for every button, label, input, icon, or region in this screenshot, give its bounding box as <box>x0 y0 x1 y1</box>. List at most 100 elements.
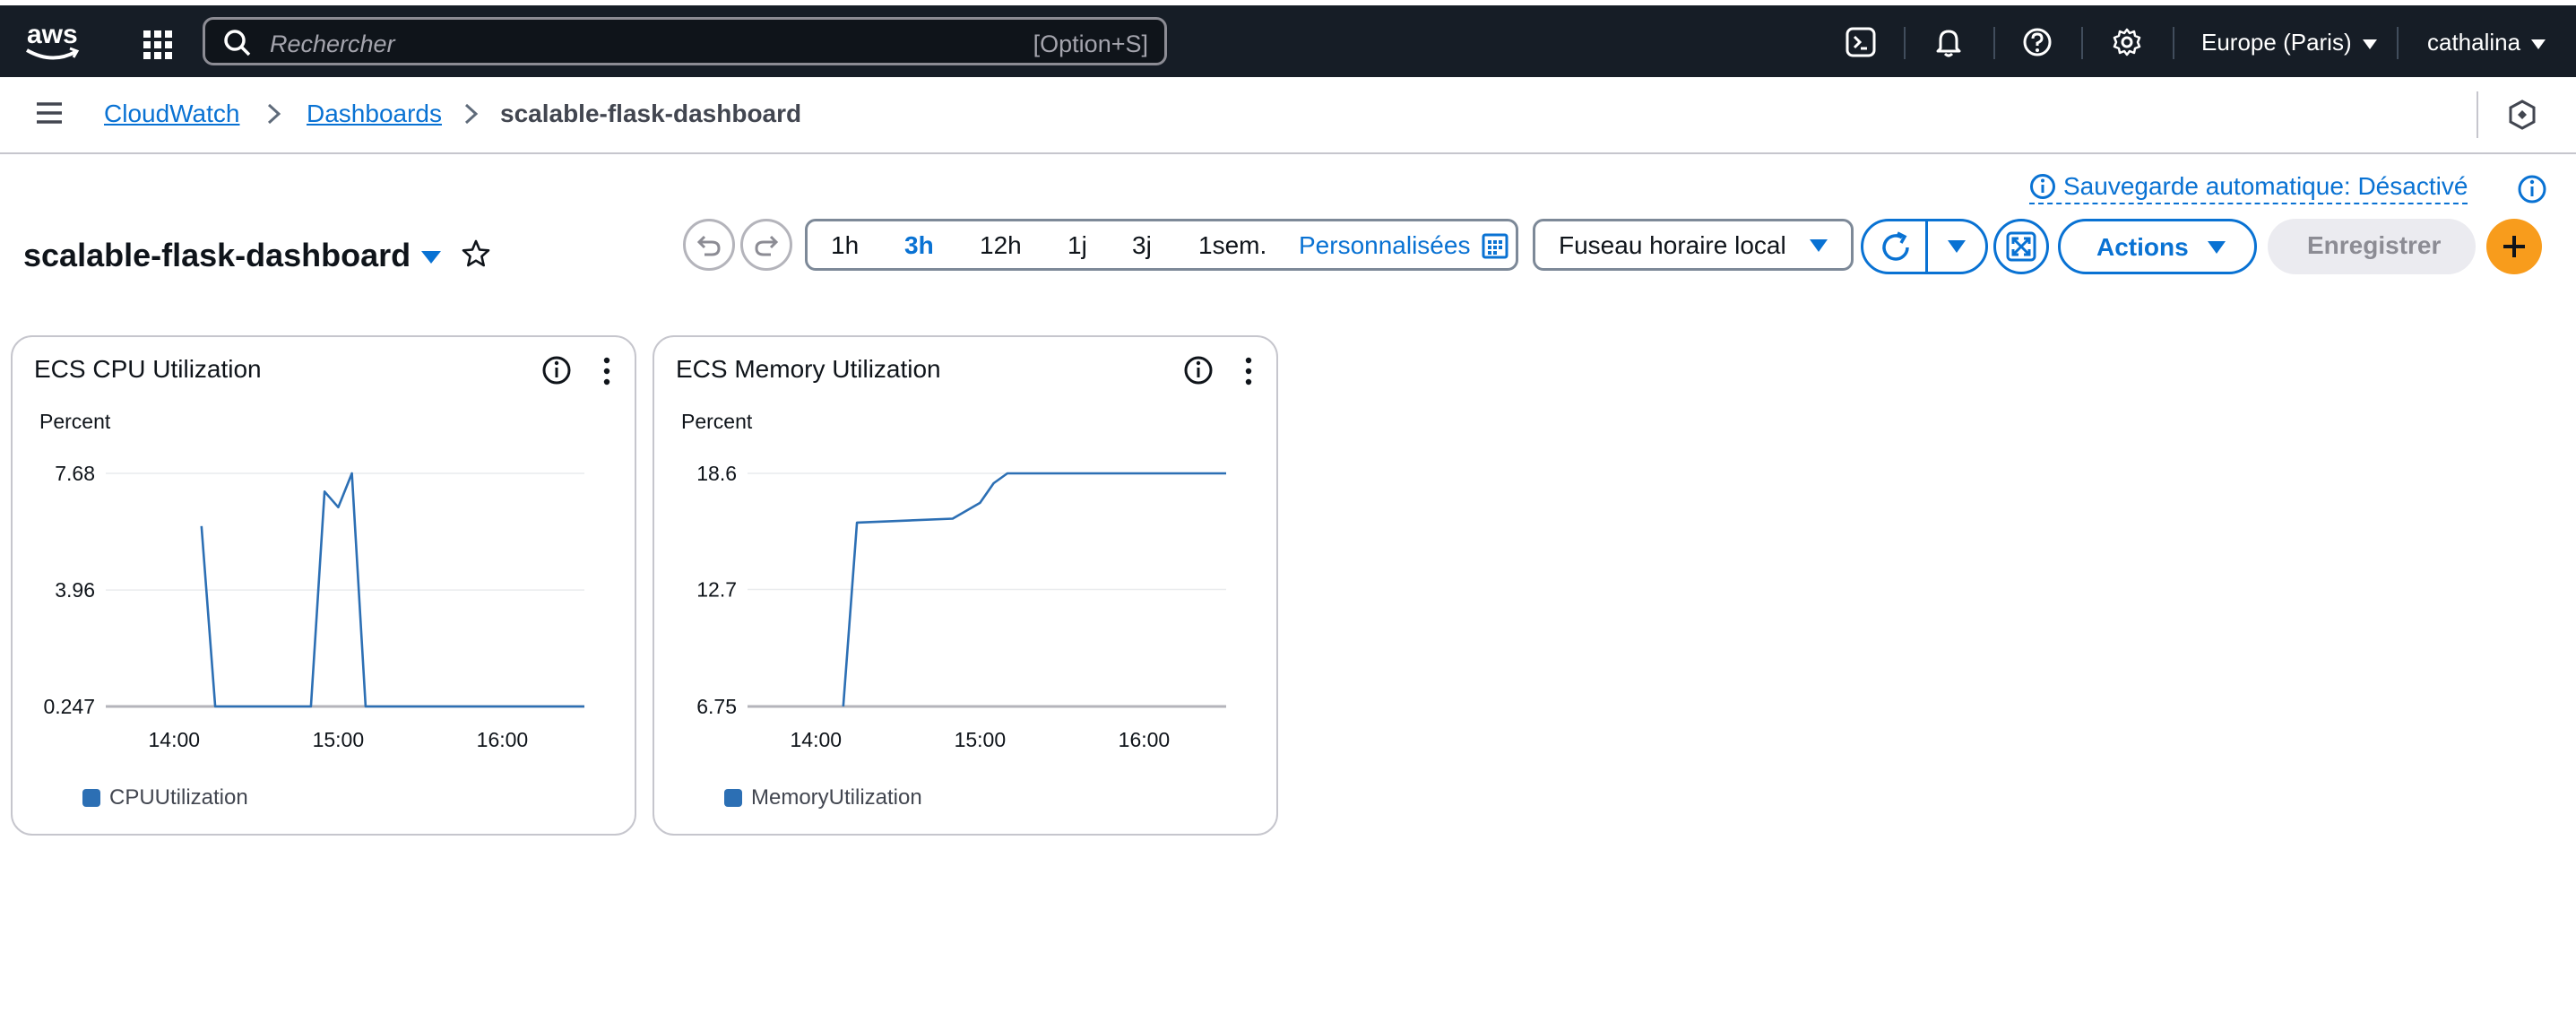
widget-title: ECS Memory Utilization <box>676 355 941 383</box>
account-menu[interactable]: cathalina <box>2427 29 2546 56</box>
time-range-12h[interactable]: 12h <box>980 231 1022 260</box>
y-tick-label: 12.7 <box>696 577 737 601</box>
y-tick-label: 0.247 <box>43 695 95 718</box>
aws-logo-text: aws <box>27 20 78 49</box>
caret-down-icon <box>1810 239 1828 252</box>
cloudshell-icon[interactable] <box>1846 27 1876 57</box>
info-icon[interactable] <box>2517 174 2547 204</box>
region-label: Europe (Paris) <box>2201 29 2352 56</box>
legend-swatch <box>82 789 100 807</box>
settings-gear-icon[interactable] <box>2112 27 2142 57</box>
divider <box>2173 27 2174 59</box>
caret-down-icon <box>2362 39 2377 49</box>
divider <box>2477 91 2478 138</box>
chevron-right-icon <box>267 103 281 125</box>
breadcrumb-link[interactable]: CloudWatch <box>104 100 239 127</box>
chart-legend: MemoryUtilization <box>724 785 922 810</box>
region-selector[interactable]: Europe (Paris) <box>2201 29 2377 56</box>
fullscreen-button[interactable] <box>1993 219 2049 274</box>
search-shortcut: [Option+S] <box>1033 30 1148 57</box>
side-panel-hexagon-icon[interactable] <box>2506 99 2538 131</box>
chart-legend: CPUUtilization <box>82 785 248 810</box>
dashboard-selector-caret-icon[interactable] <box>421 251 441 264</box>
widget-memory-utilization: ECS Memory Utilization Percent 18.6 12.7 6.… <box>653 335 1278 836</box>
fullscreen-icon <box>2006 231 2036 262</box>
time-range-1j[interactable]: 1j <box>1068 231 1087 260</box>
aws-smile-icon <box>26 47 80 60</box>
dashboard-title: scalable-flask-dashboard <box>23 237 411 273</box>
services-grid-icon[interactable] <box>142 29 174 61</box>
autosave-label: Sauvegarde automatique: Désactivé <box>2063 172 2468 200</box>
caret-down-icon <box>2208 241 2226 254</box>
y-axis-unit: Percent <box>39 410 111 433</box>
time-range-custom[interactable]: Personnalisées <box>1299 231 1470 260</box>
y-tick-label: 7.68 <box>55 462 95 485</box>
calendar-icon[interactable] <box>1482 232 1508 259</box>
breadcrumb-cloudwatch[interactable]: CloudWatch <box>104 100 239 128</box>
x-tick-label: 16:00 <box>1119 728 1171 751</box>
undo-icon <box>696 235 721 256</box>
x-tick-label: 15:00 <box>955 728 1007 751</box>
y-tick-label: 3.96 <box>55 578 95 602</box>
plus-icon <box>2503 236 2525 257</box>
search-icon <box>224 30 251 56</box>
menu-hamburger-icon[interactable] <box>36 102 63 124</box>
undo-button[interactable] <box>683 219 735 271</box>
breadcrumb-bar: CloudWatch Dashboards scalable-flask-das… <box>0 77 2576 154</box>
info-icon[interactable] <box>1183 355 1214 386</box>
divider <box>2081 27 2083 59</box>
breadcrumb-current: scalable-flask-dashboard <box>500 100 802 127</box>
divider <box>1993 27 1995 59</box>
redo-button[interactable] <box>740 219 792 271</box>
timezone-select[interactable]: Fuseau horaire local <box>1533 219 1854 271</box>
memory-line-chart: Percent 18.6 12.7 6.75 14:00 15:00 16:00 <box>681 410 1226 751</box>
more-options-icon[interactable] <box>602 357 611 386</box>
info-icon <box>2030 174 2055 199</box>
x-tick-label: 14:00 <box>791 728 843 751</box>
add-widget-button[interactable] <box>2486 219 2542 274</box>
divider <box>2397 27 2399 59</box>
refresh-icon[interactable] <box>1878 230 1914 265</box>
help-icon[interactable] <box>2022 27 2053 57</box>
notifications-bell-icon[interactable] <box>1933 27 1964 57</box>
divider <box>1925 221 1928 272</box>
top-navigation-bar: aws Rechercher [Option+S] Europe (Paris)… <box>0 5 2576 77</box>
chevron-right-icon <box>464 103 479 125</box>
time-range-3h[interactable]: 3h <box>904 231 934 260</box>
refresh-button-group <box>1861 219 1988 274</box>
more-options-icon[interactable] <box>1244 357 1253 386</box>
x-tick-label: 16:00 <box>477 728 529 751</box>
y-axis-unit: Percent <box>681 410 753 433</box>
redo-icon <box>755 235 779 256</box>
save-button[interactable]: Enregistrer <box>2268 219 2476 274</box>
time-range-3j[interactable]: 3j <box>1132 231 1152 260</box>
y-tick-label: 18.6 <box>696 462 737 485</box>
autosave-toggle[interactable]: Sauvegarde automatique: Désactivé <box>2029 172 2468 204</box>
cpu-line-chart: Percent 7.68 3.96 0.247 14:00 15:00 16:00 <box>39 410 584 751</box>
actions-label: Actions <box>2096 233 2189 261</box>
time-range-selector: 1h 3h 12h 1j 3j 1sem. Personnalisées <box>805 219 1518 271</box>
time-range-1sem[interactable]: 1sem. <box>1198 231 1266 260</box>
search-placeholder: Rechercher <box>270 30 395 57</box>
breadcrumb-link[interactable]: Dashboards <box>307 100 442 127</box>
refresh-options-caret-icon[interactable] <box>1948 240 1966 253</box>
save-label: Enregistrer <box>2307 231 2442 259</box>
user-name: cathalina <box>2427 29 2521 56</box>
legend-swatch <box>724 789 742 807</box>
x-tick-label: 15:00 <box>313 728 365 751</box>
legend-label: CPUUtilization <box>109 785 248 810</box>
timezone-label: Fuseau horaire local <box>1559 231 1786 259</box>
favorite-star-icon[interactable] <box>461 238 491 269</box>
time-range-1h[interactable]: 1h <box>831 231 859 260</box>
caret-down-icon <box>2531 39 2546 49</box>
search-input[interactable]: Rechercher [Option+S] <box>203 17 1167 65</box>
breadcrumb-dashboards[interactable]: Dashboards <box>307 100 442 128</box>
legend-label: MemoryUtilization <box>751 785 922 810</box>
info-icon[interactable] <box>541 355 572 386</box>
x-tick-label: 14:00 <box>149 728 201 751</box>
actions-dropdown[interactable]: Actions <box>2058 219 2257 274</box>
divider <box>1904 27 1906 59</box>
widget-cpu-utilization: ECS CPU Utilization Percent 7.68 3.96 0.247… <box>11 335 636 836</box>
y-tick-label: 6.75 <box>696 695 737 718</box>
aws-logo[interactable]: aws <box>25 18 82 65</box>
